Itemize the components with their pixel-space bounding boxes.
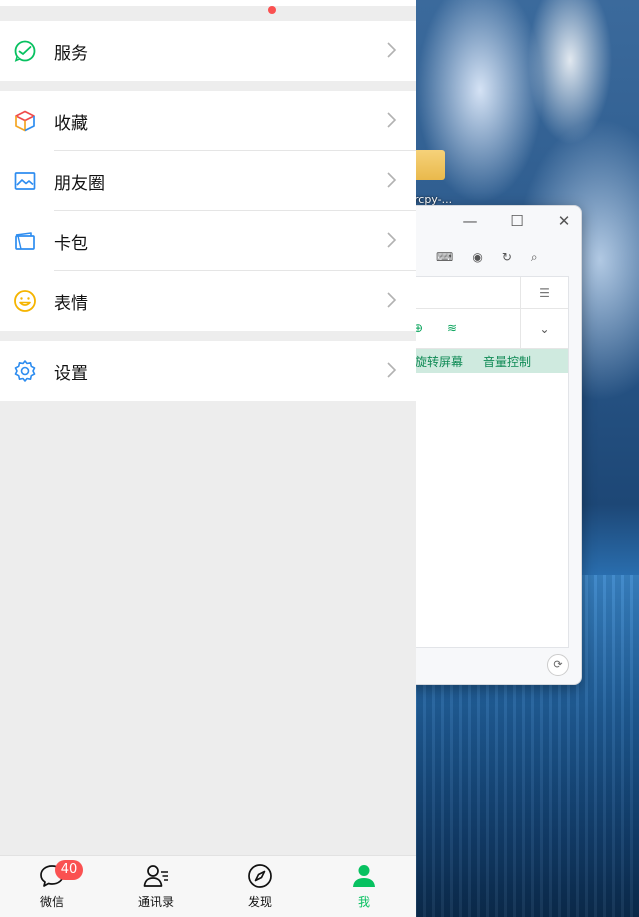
tab-me-label: 我 <box>357 895 370 909</box>
chevron-down-icon[interactable]: ⌄ <box>520 309 568 349</box>
profile-card-edge <box>0 0 416 6</box>
menu-item-favorites[interactable]: 收藏 <box>0 91 416 151</box>
person-icon <box>353 865 375 887</box>
wallet-icon <box>15 232 35 250</box>
menu-item-stickers[interactable]: 表情 <box>0 271 416 331</box>
terminal-icon[interactable]: ⌨ <box>436 250 453 264</box>
chevron-right-icon <box>387 172 397 188</box>
contacts-icon <box>143 865 168 887</box>
tab-discover[interactable]: 发现 <box>208 856 312 917</box>
device-actions: 旋转屏幕 音量控制 <box>407 349 568 373</box>
favorites-label: 收藏 <box>54 114 88 134</box>
menu-item-moments[interactable]: 朋友圈 <box>0 151 416 211</box>
services-label: 服务 <box>54 44 88 64</box>
settings-group: 设置 <box>0 341 416 401</box>
chevron-right-icon <box>387 292 397 308</box>
bottom-tab-bar: 40 微信 通讯录 发现 我 <box>0 855 416 917</box>
discover-notification-dot <box>268 6 276 14</box>
wechat-me-page: 服务 收藏 朋友圈 卡包 表情 设置 40 微信 通讯录 发现 我 <box>0 0 416 917</box>
device-row: ⊕ ≋ ⌄ <box>407 309 568 349</box>
window-controls: — ☐ ✕ <box>458 212 576 230</box>
tab-chats[interactable]: 40 微信 <box>0 856 104 917</box>
rotate-screen-button[interactable]: 旋转屏幕 <box>415 353 463 370</box>
tab-contacts-label: 通讯录 <box>137 895 174 909</box>
menu-item-services[interactable]: 服务 <box>0 21 416 81</box>
tab-me[interactable]: 我 <box>312 856 416 917</box>
menu-item-cards[interactable]: 卡包 <box>0 211 416 271</box>
unread-badge: 40 <box>55 860 83 880</box>
tab-contacts[interactable]: 通讯录 <box>104 856 208 917</box>
chevron-right-icon <box>387 112 397 128</box>
chevron-right-icon <box>387 42 397 58</box>
chevron-right-icon <box>387 232 397 248</box>
menu-item-settings[interactable]: 设置 <box>0 341 416 401</box>
refresh-icon[interactable]: ↻ <box>502 250 512 264</box>
search-icon[interactable]: ⌕ <box>531 250 538 265</box>
eye-icon[interactable]: ◉ <box>472 250 482 264</box>
filter-icon[interactable]: ☰ <box>520 277 568 309</box>
compass-icon <box>248 864 272 888</box>
tab-chats-label: 微信 <box>39 895 64 909</box>
services-group: 服务 <box>0 21 416 81</box>
volume-control-button[interactable]: 音量控制 <box>483 353 531 370</box>
gear-icon <box>14 360 36 382</box>
smile-icon <box>14 290 36 312</box>
cube-icon <box>15 110 35 132</box>
moments-label: 朋友圈 <box>54 174 105 194</box>
device-header-row: ☰ <box>407 277 568 309</box>
wechat-pay-icon <box>14 40 36 62</box>
features-group: 收藏 朋友圈 卡包 表情 <box>0 91 416 331</box>
close-window-button[interactable]: ✕ <box>552 212 576 230</box>
settings-label: 设置 <box>54 364 88 384</box>
device-panel: ☰ ⊕ ≋ ⌄ 旋转屏幕 音量控制 <box>406 276 569 648</box>
stickers-label: 表情 <box>54 294 88 314</box>
minimize-button[interactable]: — <box>458 212 482 230</box>
cards-label: 卡包 <box>54 234 88 254</box>
window-toolbar: ⌨ ◉ ↻ ⌕ <box>406 242 581 272</box>
tab-discover-label: 发现 <box>247 895 272 909</box>
sync-icon[interactable]: ⟳ <box>547 654 569 676</box>
maximize-button[interactable]: ☐ <box>505 212 529 230</box>
scrcpy-window[interactable]: — ☐ ✕ ⌨ ◉ ↻ ⌕ ☰ ⊕ ≋ ⌄ 旋转屏幕 音量控制 ⟳ <box>405 205 582 685</box>
chevron-right-icon <box>387 362 397 378</box>
picture-icon <box>14 172 36 190</box>
wifi-icon: ≋ <box>447 321 458 335</box>
